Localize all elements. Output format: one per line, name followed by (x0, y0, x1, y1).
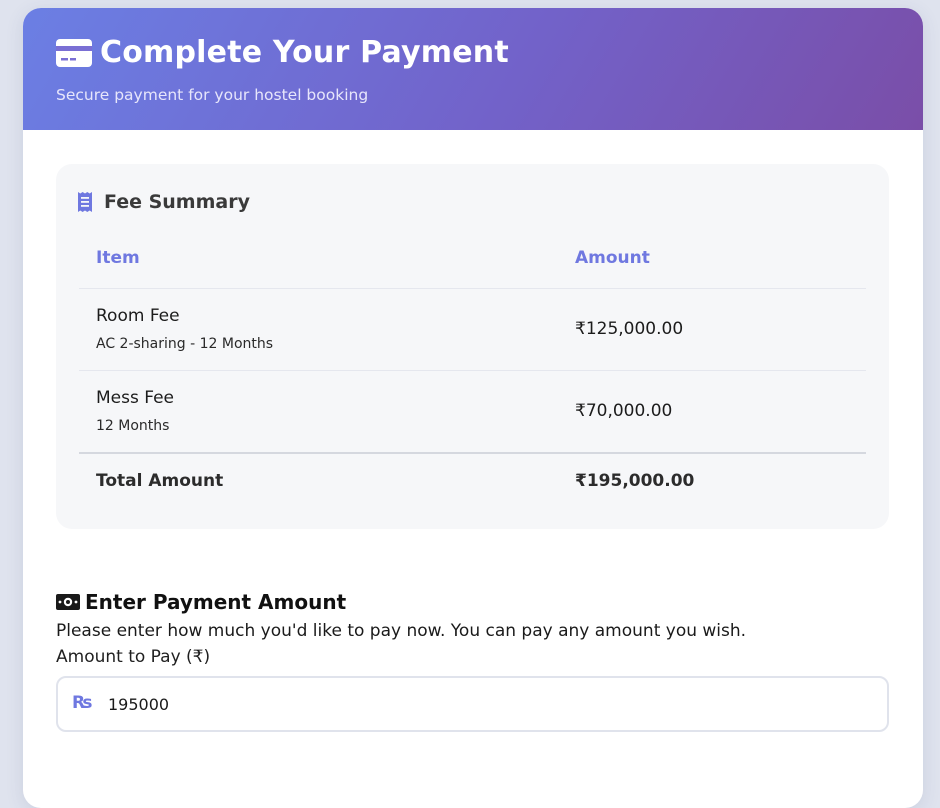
table-header-row: Item Amount (79, 238, 866, 289)
credit-card-icon (56, 38, 92, 67)
fee-summary-heading: Fee Summary (78, 191, 250, 213)
total-label: Total Amount (96, 471, 224, 491)
fee-summary-panel: Fee Summary Item Amount Room Fee AC 2-sh… (56, 164, 889, 529)
column-header-amount: Amount (575, 248, 650, 268)
rupee-icon: ₨ (72, 693, 93, 713)
fee-item-amount: ₹125,000.00 (575, 319, 684, 339)
receipt-icon (78, 192, 92, 212)
payment-amount-section: Enter Payment Amount Please enter how mu… (56, 588, 889, 732)
fee-item-name: Room Fee (96, 306, 180, 326)
fee-item-amount: ₹70,000.00 (575, 401, 673, 421)
payment-description: Please enter how much you'd like to pay … (56, 621, 747, 641)
amount-input[interactable] (108, 690, 808, 718)
fee-item-detail: AC 2-sharing - 12 Months (96, 336, 274, 352)
payment-header: Complete Your Payment Secure payment for… (23, 8, 923, 130)
column-header-item: Item (96, 248, 140, 268)
payment-title: Enter Payment Amount (85, 590, 347, 614)
total-row: Total Amount ₹195,000.00 (79, 454, 866, 512)
payment-card: Complete Your Payment Secure payment for… (23, 8, 923, 808)
money-icon (56, 594, 80, 610)
table-row: Mess Fee 12 Months ₹70,000.00 (79, 371, 866, 454)
total-amount: ₹195,000.00 (575, 471, 695, 491)
table-row: Room Fee AC 2-sharing - 12 Months ₹125,0… (79, 289, 866, 371)
amount-field[interactable]: ₨ (56, 676, 889, 732)
page-subtitle: Secure payment for your hostel booking (56, 86, 369, 104)
payment-heading: Enter Payment Amount (56, 588, 889, 616)
fee-table: Item Amount Room Fee AC 2-sharing - 12 M… (79, 238, 866, 512)
fee-summary-title: Fee Summary (104, 191, 250, 213)
fee-item-name: Mess Fee (96, 388, 175, 408)
amount-label: Amount to Pay (₹) (56, 647, 211, 667)
title-row: Complete Your Payment (56, 35, 509, 70)
fee-item-detail: 12 Months (96, 418, 170, 434)
page-title: Complete Your Payment (100, 35, 509, 70)
